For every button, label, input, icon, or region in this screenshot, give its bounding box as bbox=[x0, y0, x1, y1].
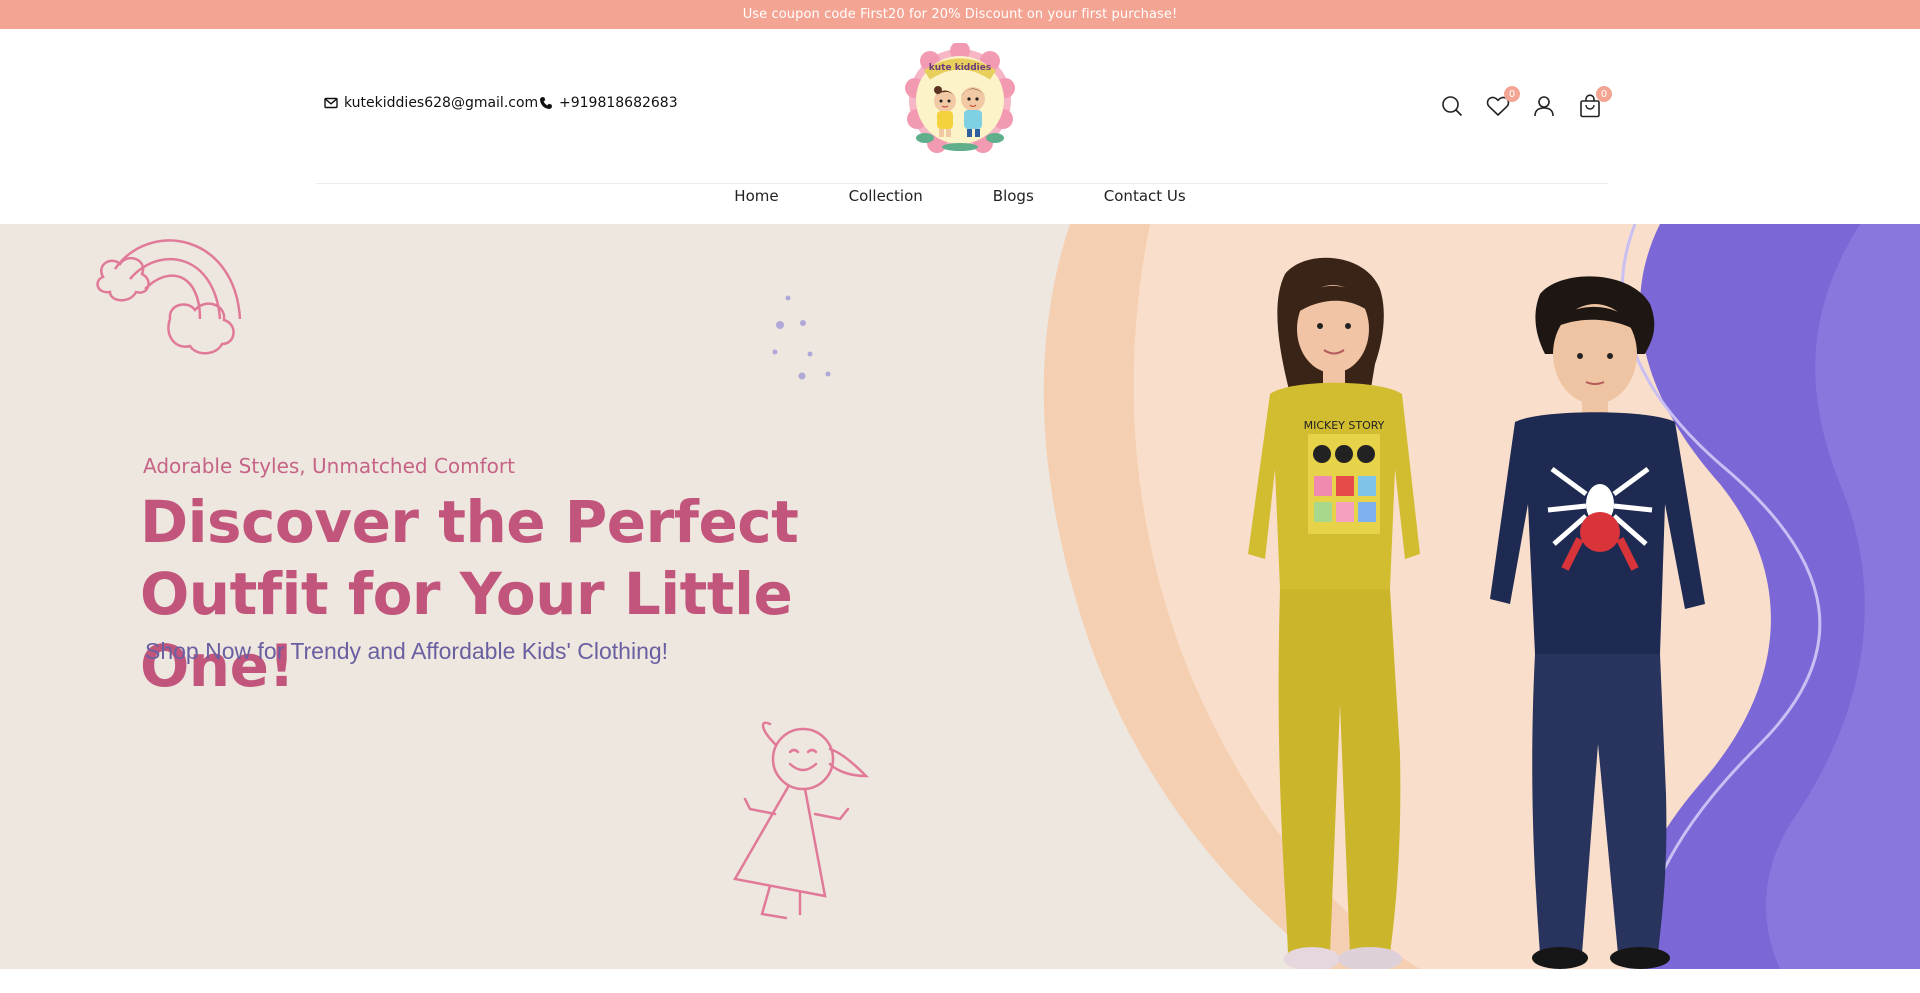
hero-headline: Discover the Perfect Outfit for Your Lit… bbox=[140, 486, 940, 702]
hero-headline-line-1: Discover the Perfect bbox=[140, 488, 799, 556]
nav-item-home[interactable]: Home bbox=[734, 176, 778, 211]
site-header: kutekiddies628@gmail.com +919818682683 k… bbox=[0, 29, 1920, 205]
hero-banner[interactable]: Adorable Styles, Unmatched Comfort Disco… bbox=[0, 224, 1920, 969]
girl-model-image: MICKEY STORY bbox=[1248, 257, 1420, 969]
phone-icon bbox=[539, 96, 553, 110]
email-text: kutekiddies628@gmail.com bbox=[344, 95, 539, 111]
nav-item-contact-us[interactable]: Contact Us bbox=[1104, 176, 1186, 211]
phone-text: +919818682683 bbox=[559, 95, 678, 111]
rainbow-cloud-doodle bbox=[96, 239, 242, 355]
hero-subheading: Adorable Styles, Unmatched Comfort bbox=[143, 454, 515, 478]
shirt-print-text: MICKEY STORY bbox=[1304, 419, 1385, 432]
cart-button[interactable]: 0 bbox=[1578, 86, 1612, 121]
announcement-bar: Use coupon code First20 for 20% Discount… bbox=[0, 0, 1920, 29]
search-icon bbox=[1441, 95, 1463, 121]
nav-item-blogs[interactable]: Blogs bbox=[993, 176, 1034, 211]
hero-headline-line-2: Outfit for Your Little One! bbox=[140, 560, 793, 700]
hero-tagline: Shop Now for Trendy and Affordable Kids'… bbox=[145, 638, 669, 664]
search-button[interactable] bbox=[1440, 95, 1464, 121]
account-button[interactable] bbox=[1532, 95, 1556, 121]
wishlist-button[interactable]: 0 bbox=[1486, 86, 1520, 121]
header-actions: 0 0 bbox=[1440, 86, 1612, 121]
svg-text:kute kiddies: kute kiddies bbox=[929, 63, 991, 73]
boy-model-image bbox=[1490, 276, 1705, 969]
email-link[interactable]: kutekiddies628@gmail.com bbox=[324, 95, 538, 111]
mickey-print: MICKEY STORY bbox=[1304, 419, 1385, 534]
phone-link[interactable]: +919818682683 bbox=[539, 95, 678, 111]
nav-item-collection[interactable]: Collection bbox=[849, 176, 923, 211]
stick-girl-doodle bbox=[733, 721, 870, 920]
cart-count-badge: 0 bbox=[1596, 86, 1612, 102]
announcement-text: Use coupon code First20 for 20% Discount… bbox=[742, 7, 1178, 22]
user-icon bbox=[1533, 95, 1555, 121]
brand-logo[interactable]: kute kiddies bbox=[905, 41, 1015, 157]
wishlist-count-badge: 0 bbox=[1504, 86, 1520, 102]
mail-icon bbox=[324, 97, 338, 109]
dots-doodle bbox=[772, 295, 831, 380]
main-nav: Home Collection Blogs Contact Us bbox=[0, 184, 1920, 211]
